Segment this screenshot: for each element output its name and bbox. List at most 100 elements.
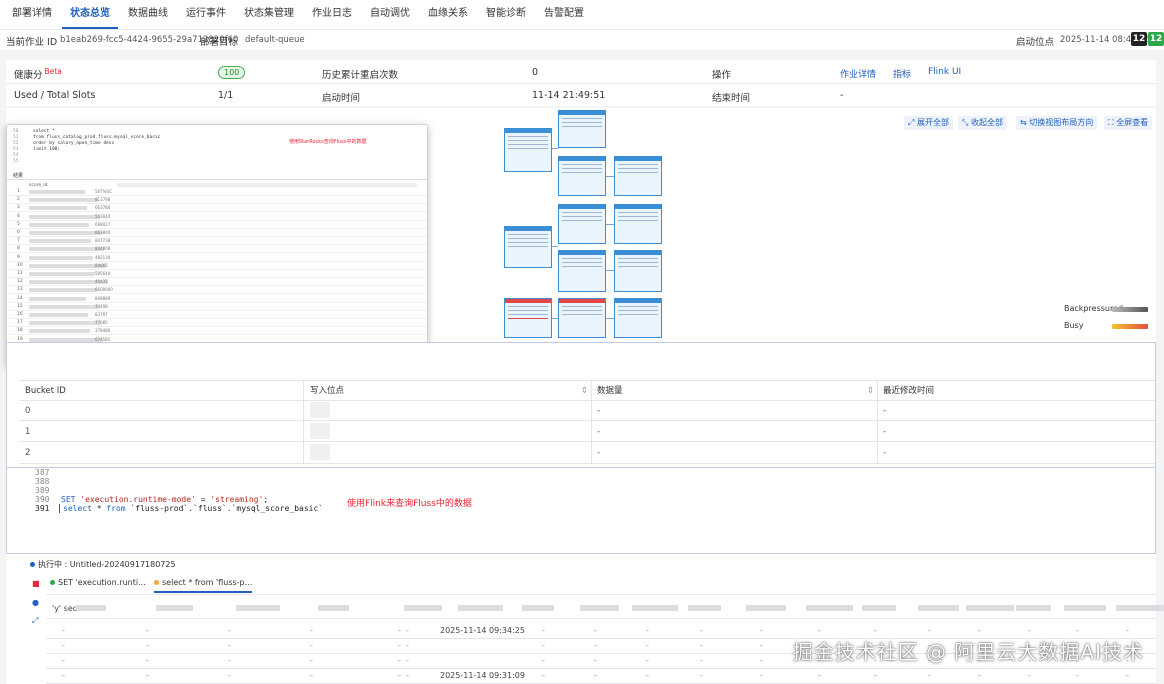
job-info-bar: 当前作业 ID b1eab269-fcc5-4424-9655-29a71282… (0, 30, 1164, 50)
bucket-time: - (883, 448, 887, 458)
result-timestamp: 2025-11-14 09:34:25 (440, 626, 525, 635)
result-row-value: 6600000 (95, 287, 113, 293)
col-bucket-id[interactable]: Bucket ID (25, 381, 66, 401)
job-summary-table: 健康分 Beta 100 历史累计重启次数 0 操作 作业详情 指标 Flink … (6, 60, 1156, 106)
result-row-value: 378486 (95, 328, 111, 334)
result-header-fragment: 'y' sec (52, 604, 78, 613)
graph-node[interactable] (614, 250, 662, 292)
start-time-value: 11-14 21:49:51 (532, 90, 606, 101)
result-cell: - (62, 656, 65, 665)
graph-node[interactable] (614, 204, 662, 244)
sort-icon[interactable]: ⇕ (867, 381, 874, 401)
graph-node[interactable] (558, 156, 606, 196)
col-write-offset[interactable]: 写入位点 (310, 381, 344, 401)
tab-lineage[interactable]: 血缘关系 (420, 7, 476, 29)
result-timestamp: 2025-11-14 09:31:09 (440, 671, 525, 680)
metrics-link[interactable]: 指标 (893, 67, 911, 80)
result-row-number: 18 (17, 328, 23, 334)
tab-auto-tuning[interactable]: 自动调优 (362, 7, 418, 29)
tab-status-overview[interactable]: 状态总览 (62, 7, 118, 29)
graph-node[interactable] (614, 156, 662, 196)
result-cell: - (760, 641, 763, 650)
watermark: 掘金技术社区 @ 阿里云大数据AI技术 (792, 640, 1144, 664)
checkpoint-label: 启动位点 (1016, 37, 1055, 48)
ops-label: 操作 (712, 70, 732, 81)
graph-node[interactable] (558, 110, 606, 148)
result-row-number: 1 (17, 189, 20, 194)
result-cell: - (542, 656, 545, 665)
graph-node[interactable] (558, 204, 606, 244)
graph-node-busy[interactable] (504, 298, 552, 338)
sql-line-390: SET 'execution.runtime-mode' = 'streamin… (61, 495, 269, 504)
result-row-number: 5 (17, 221, 20, 227)
tab-data-curves[interactable]: 数据曲线 (120, 7, 176, 29)
result-cell: - (398, 671, 401, 680)
result-cell: - (760, 671, 763, 680)
graph-node[interactable] (558, 250, 606, 292)
backpressured-gradient (1112, 307, 1148, 312)
result-cell: - (594, 641, 597, 650)
result-cell: - (228, 671, 231, 680)
tab-job-logs[interactable]: 作业日志 (304, 7, 360, 29)
result-cell: - (874, 626, 877, 635)
expand-all-button[interactable]: ⤢ 展开全部 (904, 116, 953, 130)
result-cell: - (874, 671, 877, 680)
result-row-number: 10 (17, 262, 23, 268)
flink-ui-link[interactable]: Flink UI (928, 67, 961, 77)
collapse-all-button[interactable]: ⤡ 收起全部 (958, 116, 1007, 130)
tab-run-events[interactable]: 运行事件 (178, 7, 234, 29)
sort-icon[interactable]: ⇕ (581, 381, 588, 401)
health-label: 健康分 Beta (14, 67, 62, 81)
result-row-number: 14 (17, 295, 23, 301)
legend-busy: Busy (1064, 321, 1084, 330)
toggle-layout-button[interactable]: ⇆ 切换视图布局方向 (1016, 116, 1098, 130)
tab-state-management[interactable]: 状态集管理 (236, 7, 302, 29)
result-row-number: 8 (17, 246, 20, 252)
info-icon[interactable]: ● (32, 598, 39, 607)
code-line-number: 50 (13, 129, 19, 134)
top-tab-bar: 部署详情 状态总览 数据曲线 运行事件 状态集管理 作业日志 自动调优 血缘关系… (0, 0, 1164, 30)
fullscreen-button[interactable]: ⛶ 全屏查看 (1104, 116, 1153, 130)
result-row-value: 482130 (95, 254, 111, 260)
result-tab-set[interactable]: SET 'execution.runti... (50, 578, 146, 587)
result-cell: - (542, 626, 545, 635)
graph-node-busy[interactable] (558, 298, 606, 338)
deploy-target-value: default-queue (245, 35, 305, 45)
sql-editor[interactable]: 387 388 389 390 391 SET 'execution.runti… (6, 468, 1156, 554)
stop-icon[interactable]: ■ (32, 579, 40, 588)
running-count-badge: 12 (1131, 32, 1147, 46)
result-tab-select[interactable]: select * from 'fluss-p... (154, 578, 253, 593)
result-row-value: 585640 (95, 271, 111, 276)
result-cell: - (928, 626, 931, 635)
code-line-number: 52 (13, 141, 19, 146)
bucket-time: - (883, 427, 887, 437)
graph-node[interactable] (614, 298, 662, 338)
bucket-table: Bucket ID 写入位点 ⇕ 数据量 ⇕ 最近修改时间 0 - - 1 - … (6, 342, 1156, 468)
result-cell: - (310, 626, 313, 635)
result-cell: - (646, 626, 649, 635)
result-cell: - (646, 641, 649, 650)
result-row-number: 13 (17, 287, 23, 293)
result-cell: - (146, 671, 149, 680)
graph-node[interactable] (504, 226, 552, 268)
result-cell: - (700, 626, 703, 635)
result-row-value: 844808 (95, 246, 111, 252)
graph-node[interactable] (504, 128, 552, 172)
starrocks-annotation: 使用StarRocks查询Fluss中的数据 (289, 139, 367, 145)
job-detail-link[interactable]: 作业详情 (840, 67, 876, 80)
tab-smart-diagnosis[interactable]: 智能诊断 (478, 7, 534, 29)
line-number: 390 (35, 495, 50, 504)
expand-icon[interactable]: ⤢ (32, 616, 38, 626)
end-time-value: - (840, 90, 844, 101)
result-row-value: 848889 (95, 295, 111, 301)
result-cell: - (978, 626, 981, 635)
bucket-size: - (597, 406, 601, 416)
result-row-value: 83797 (95, 312, 108, 317)
col-data-size[interactable]: 数据量 (597, 381, 623, 401)
bucket-id: 0 (25, 406, 31, 416)
restarts-label: 历史累计重启次数 (322, 70, 399, 81)
col-last-modified[interactable]: 最近修改时间 (883, 381, 934, 401)
tab-deployment-detail[interactable]: 部署详情 (4, 7, 60, 29)
result-cell: - (594, 656, 597, 665)
tab-alert-config[interactable]: 告警配置 (536, 7, 592, 29)
